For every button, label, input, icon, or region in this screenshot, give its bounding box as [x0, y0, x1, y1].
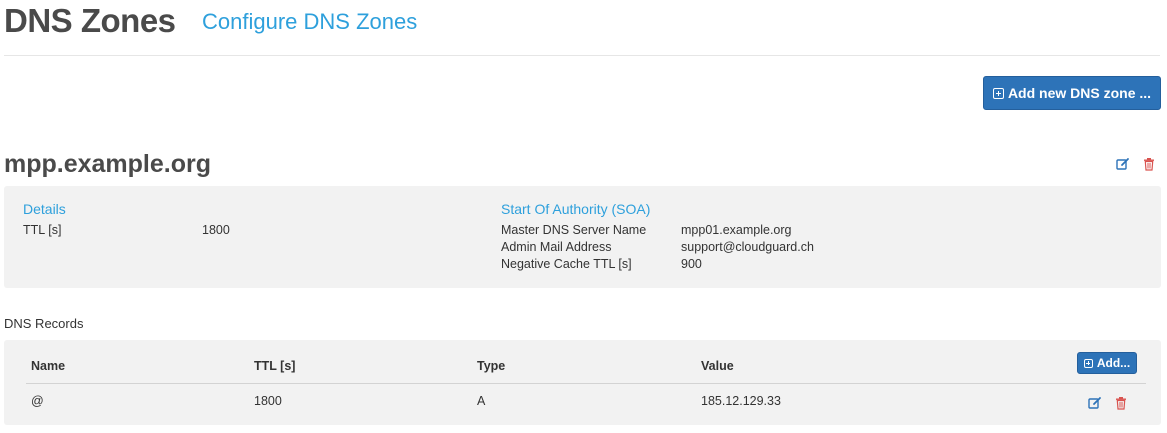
dns-records-table: Name TTL [s] Type Value Add... @ 1800 A …	[4, 340, 1161, 425]
ttl-label: TTL [s]	[23, 223, 62, 237]
record-name: @	[31, 394, 44, 408]
add-record-button[interactable]: Add...	[1077, 352, 1137, 374]
admin-mail-label: Admin Mail Address	[501, 240, 612, 254]
dns-records-title: DNS Records	[4, 316, 84, 331]
page-title: DNS Zones	[4, 2, 176, 39]
admin-mail-value: support@cloudguard.ch	[681, 240, 814, 254]
record-type: A	[477, 394, 486, 408]
plus-square-icon	[1083, 358, 1093, 368]
column-header-name: Name	[31, 359, 66, 373]
negative-cache-label: Negative Cache TTL [s]	[501, 257, 632, 271]
plus-square-icon	[992, 87, 1004, 99]
negative-cache-value: 900	[681, 257, 702, 271]
ttl-value: 1800	[202, 223, 230, 237]
column-header-value: Value	[701, 359, 734, 373]
master-dns-label: Master DNS Server Name	[501, 223, 647, 237]
table-header-divider	[26, 383, 1146, 384]
page-subtitle: Configure DNS Zones	[202, 9, 418, 34]
add-dns-zone-label: Add new DNS zone ...	[1007, 85, 1152, 101]
add-record-label: Add...	[1096, 356, 1131, 370]
master-dns-value: mpp01.example.org	[681, 223, 792, 237]
add-dns-zone-button[interactable]: Add new DNS zone ...	[983, 76, 1161, 110]
zone-details-panel: Details TTL [s] 1800 Start Of Authority …	[4, 186, 1161, 288]
record-value: 185.12.129.33	[701, 394, 781, 408]
soa-heading: Start Of Authority (SOA)	[501, 201, 651, 217]
edit-icon[interactable]	[1116, 157, 1130, 171]
record-ttl: 1800	[254, 394, 282, 408]
column-header-type: Type	[477, 359, 506, 373]
edit-icon[interactable]	[1088, 396, 1102, 410]
trash-icon[interactable]	[1142, 157, 1156, 171]
page-header: DNS Zones Configure DNS Zones	[4, 0, 1160, 56]
zone-name: mpp.example.org	[4, 150, 211, 178]
trash-icon[interactable]	[1114, 396, 1128, 410]
column-header-ttl: TTL [s]	[254, 359, 296, 373]
details-heading: Details	[23, 201, 66, 217]
